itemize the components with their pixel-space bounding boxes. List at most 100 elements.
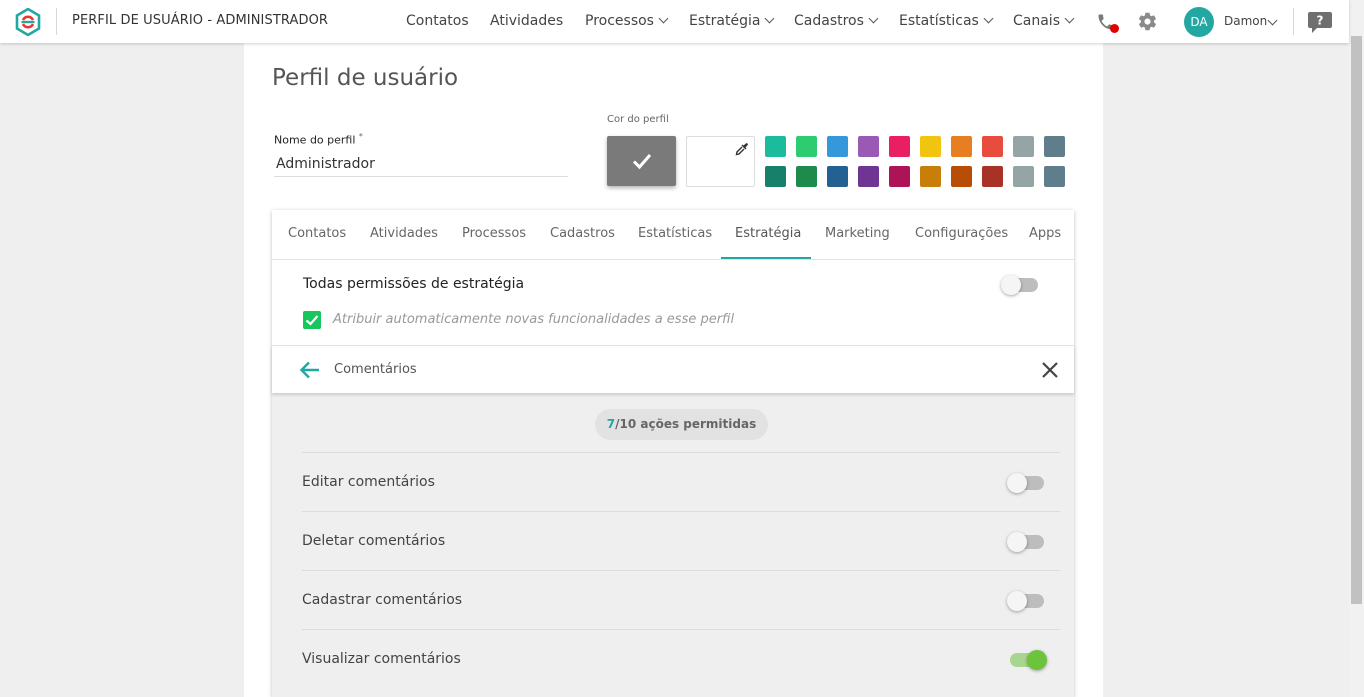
- color-swatch[interactable]: [889, 166, 910, 187]
- permission-toggle[interactable]: [1007, 591, 1044, 611]
- permission-label: Editar comentários: [302, 474, 435, 490]
- avatar[interactable]: DA: [1184, 7, 1214, 37]
- toggle-knob: [1007, 473, 1027, 493]
- top-bar: PERFIL DE USUÁRIO - ADMINISTRADOR Contat…: [0, 0, 1349, 43]
- chevron-down-icon: [1064, 13, 1075, 24]
- notification-dot: [1110, 24, 1119, 33]
- color-swatch[interactable]: [1013, 166, 1034, 187]
- allowed-count: 7: [606, 417, 616, 431]
- section-header: Comentários: [272, 345, 1074, 393]
- color-swatch[interactable]: [920, 166, 941, 187]
- label-text: Nome do perfil: [274, 133, 356, 147]
- logo-icon[interactable]: [14, 8, 42, 36]
- permission-label: Visualizar comentários: [302, 651, 461, 667]
- nav-estrategia[interactable]: Estratégia: [689, 13, 775, 29]
- permissions-list: 7/10 ações permitidas Editar comentários…: [272, 392, 1074, 697]
- tab-cadastros[interactable]: Cadastros: [550, 226, 615, 241]
- all-permissions-label: Todas permissões de estratégia: [303, 276, 525, 292]
- permission-toggle[interactable]: [1007, 473, 1044, 493]
- tab-estatisticas[interactable]: Estatísticas: [638, 226, 712, 241]
- tab-atividades[interactable]: Atividades: [370, 226, 438, 241]
- app-title: PERFIL DE USUÁRIO - ADMINISTRADOR: [72, 13, 329, 28]
- scrollbar-thumb[interactable]: [1351, 36, 1362, 604]
- auto-assign-checkbox[interactable]: [303, 311, 321, 329]
- color-swatch[interactable]: [765, 136, 786, 157]
- nav-label: Atividades: [490, 13, 564, 29]
- tab-bar: Contatos Atividades Processos Cadastros …: [272, 210, 1074, 260]
- permission-row: Editar comentários: [302, 452, 1060, 512]
- color-swatch[interactable]: [982, 136, 1003, 157]
- chevron-down-icon: [764, 13, 775, 24]
- color-swatch[interactable]: [796, 166, 817, 187]
- color-swatch[interactable]: [982, 166, 1003, 187]
- user-name[interactable]: Damon: [1224, 14, 1267, 28]
- nav-contatos[interactable]: Contatos: [406, 13, 469, 29]
- permission-row: Cadastrar comentários: [302, 570, 1060, 630]
- color-swatch[interactable]: [1044, 166, 1065, 187]
- profile-name-label: Nome do perfil *: [274, 132, 363, 147]
- color-swatch[interactable]: [827, 166, 848, 187]
- color-swatch[interactable]: [1044, 136, 1065, 157]
- color-swatch[interactable]: [858, 136, 879, 157]
- selected-color[interactable]: [607, 136, 676, 186]
- tab-estrategia[interactable]: Estratégia: [735, 226, 801, 241]
- nav-label: Estratégia: [689, 13, 761, 29]
- divider: [1293, 8, 1294, 35]
- color-label: Cor do perfil: [607, 114, 669, 125]
- permission-row: Visualizar comentários: [302, 629, 1060, 689]
- permission-toggle[interactable]: [1007, 532, 1044, 552]
- toggle-knob: [1007, 591, 1027, 611]
- help-icon[interactable]: ?: [1307, 10, 1333, 34]
- gear-icon[interactable]: [1137, 11, 1158, 32]
- toggle-knob: [1027, 650, 1047, 670]
- nav-label: Cadastros: [794, 13, 864, 29]
- tab-contatos[interactable]: Contatos: [288, 226, 346, 241]
- toggle-knob: [1007, 532, 1027, 552]
- color-swatch[interactable]: [796, 136, 817, 157]
- profile-name-input[interactable]: [274, 152, 568, 177]
- svg-text:?: ?: [1317, 14, 1324, 28]
- chevron-down-icon: [983, 13, 994, 24]
- permission-toggle[interactable]: [1010, 650, 1047, 670]
- divider: [56, 8, 57, 35]
- nav-atividades[interactable]: Atividades: [490, 13, 563, 29]
- color-swatch[interactable]: [1013, 136, 1034, 157]
- chevron-down-icon: [658, 13, 669, 24]
- chevron-down-icon: [868, 13, 879, 24]
- color-swatch[interactable]: [920, 136, 941, 157]
- color-swatch[interactable]: [951, 166, 972, 187]
- chevron-down-icon[interactable]: [1267, 15, 1278, 26]
- eyedropper-icon: [735, 143, 748, 156]
- color-swatch[interactable]: [889, 136, 910, 157]
- toggle-knob: [1001, 275, 1021, 295]
- color-swatch[interactable]: [765, 166, 786, 187]
- arrow-left-icon[interactable]: [299, 360, 321, 380]
- nav-canais[interactable]: Canais: [1013, 13, 1075, 29]
- allowed-total: /10 ações permitidas: [615, 417, 757, 431]
- custom-color-picker[interactable]: [686, 136, 755, 187]
- tab-marketing[interactable]: Marketing: [825, 226, 890, 241]
- permissions-panel: Contatos Atividades Processos Cadastros …: [272, 210, 1074, 697]
- all-permissions-toggle[interactable]: [1001, 275, 1038, 295]
- nav-cadastros[interactable]: Cadastros: [794, 13, 879, 29]
- permission-label: Deletar comentários: [302, 533, 446, 549]
- profile-card: Perfil de usuário Nome do perfil * Cor d…: [244, 43, 1103, 697]
- check-icon: [305, 315, 319, 326]
- color-swatch[interactable]: [858, 166, 879, 187]
- allowed-actions-badge: 7/10 ações permitidas: [595, 409, 768, 440]
- nav-processos[interactable]: Processos: [585, 13, 669, 29]
- page-title: Perfil de usuário: [272, 65, 459, 91]
- check-icon: [632, 154, 652, 170]
- nav-label: Contatos: [406, 13, 469, 29]
- color-swatch[interactable]: [827, 136, 848, 157]
- tab-processos[interactable]: Processos: [462, 226, 526, 241]
- tab-configuracoes[interactable]: Configurações: [915, 226, 1008, 241]
- color-swatch[interactable]: [951, 136, 972, 157]
- tab-apps[interactable]: Apps: [1029, 226, 1061, 241]
- permission-row: Deletar comentários: [302, 511, 1060, 571]
- nav-label: Processos: [585, 13, 654, 29]
- active-tab-indicator: [721, 257, 811, 259]
- close-icon[interactable]: [1041, 361, 1059, 379]
- nav-label: Estatísticas: [899, 13, 979, 29]
- nav-estatisticas[interactable]: Estatísticas: [899, 13, 994, 29]
